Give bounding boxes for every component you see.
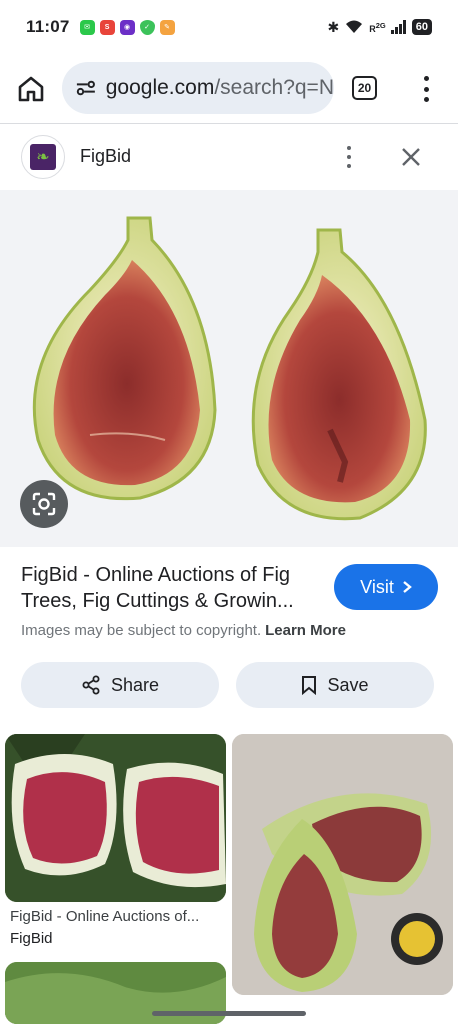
site-settings-icon[interactable] bbox=[76, 79, 96, 97]
save-button[interactable]: Save bbox=[236, 662, 434, 708]
site-header: ❧ FigBid bbox=[0, 126, 458, 190]
learn-more-link[interactable]: Learn More bbox=[265, 622, 346, 639]
fig-thumbnail-1 bbox=[5, 734, 226, 902]
copyright-text: Images may be subject to copyright. bbox=[21, 622, 262, 639]
save-label: Save bbox=[327, 674, 369, 695]
tab-switcher-button[interactable]: 20 bbox=[352, 76, 377, 100]
browser-menu-icon[interactable] bbox=[416, 76, 436, 102]
close-icon[interactable] bbox=[400, 146, 422, 168]
result-title[interactable]: FigBid - Online Auctions of Fig Trees, F… bbox=[21, 562, 321, 614]
status-app-icons: ✉ S ◉ ✓ ✎ bbox=[79, 19, 175, 35]
copyright-notice: Images may be subject to copyright. Learn… bbox=[21, 622, 346, 639]
site-name: FigBid bbox=[80, 146, 132, 166]
related-image-1-source: FigBid bbox=[10, 930, 53, 947]
fig-leaf-icon: ❧ bbox=[30, 144, 56, 170]
lens-icon bbox=[32, 492, 56, 516]
status-time: 11:07 bbox=[26, 17, 70, 36]
more-options-icon[interactable] bbox=[344, 146, 354, 168]
bluetooth-icon: ✱ bbox=[327, 18, 340, 35]
related-image-1-title[interactable]: FigBid - Online Auctions of... bbox=[10, 908, 224, 925]
share-label: Share bbox=[110, 674, 160, 695]
chevron-right-icon bbox=[403, 581, 412, 593]
browser-toolbar: google.com/search?q=N 20 bbox=[0, 56, 458, 120]
related-image-2[interactable] bbox=[232, 734, 453, 995]
url-text: google.com/search?q=N bbox=[105, 76, 334, 99]
signal-icon bbox=[390, 20, 406, 34]
shield-app-icon: ✓ bbox=[139, 19, 155, 35]
camera-app-icon: ◉ bbox=[119, 19, 135, 35]
visit-label: Visit bbox=[360, 576, 394, 597]
battery-indicator: 60 bbox=[411, 19, 432, 35]
bookmark-icon bbox=[302, 676, 317, 695]
address-bar[interactable]: google.com/search?q=N bbox=[62, 62, 334, 114]
home-indicator[interactable] bbox=[152, 1011, 306, 1016]
related-image-1[interactable] bbox=[5, 734, 226, 902]
wifi-icon bbox=[346, 20, 363, 33]
fig-thumbnail-2 bbox=[232, 734, 453, 995]
status-indicators: ✱ R2G 60 bbox=[327, 18, 432, 36]
visit-button[interactable]: Visit bbox=[334, 564, 438, 610]
mail-app-icon: ✎ bbox=[159, 19, 175, 35]
messaging-app-icon: ✉ bbox=[79, 19, 95, 35]
shopping-app-icon: S bbox=[99, 19, 115, 35]
toolbar-divider bbox=[0, 123, 458, 124]
status-bar: 11:07 ✉ S ◉ ✓ ✎ ✱ R2G 60 bbox=[0, 0, 458, 54]
share-icon bbox=[82, 675, 100, 695]
fig-halves-image bbox=[32, 216, 427, 521]
site-logo: ❧ bbox=[21, 135, 65, 179]
home-icon[interactable] bbox=[16, 74, 46, 104]
google-lens-button[interactable] bbox=[20, 480, 68, 528]
main-result-image[interactable] bbox=[0, 190, 458, 547]
share-button[interactable]: Share bbox=[21, 662, 219, 708]
network-type: R2G bbox=[369, 20, 386, 34]
